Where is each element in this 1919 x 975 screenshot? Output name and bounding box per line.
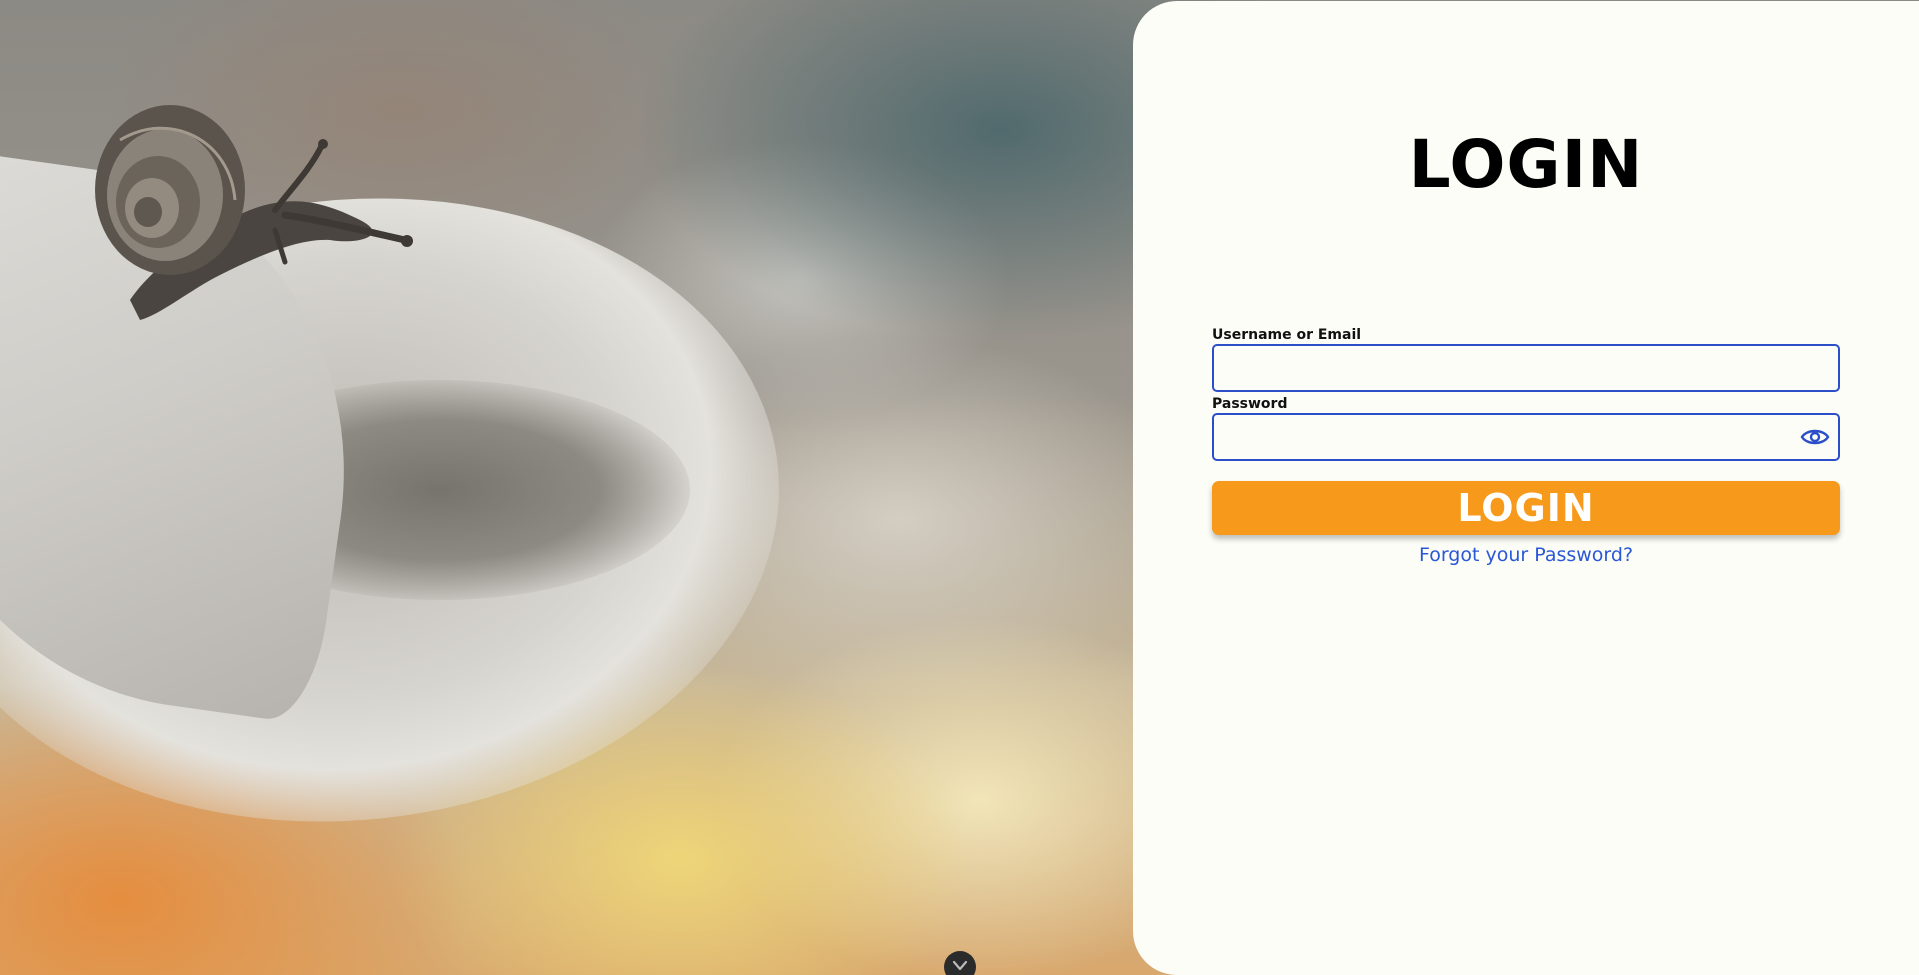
username-field-wrapper	[1212, 344, 1840, 392]
chevron-down-icon	[952, 960, 968, 971]
scroll-down-button[interactable]	[944, 951, 976, 975]
login-button[interactable]: LOGIN	[1212, 481, 1840, 535]
username-input[interactable]	[1214, 346, 1838, 390]
snail-image	[95, 105, 413, 320]
password-input[interactable]	[1214, 415, 1838, 459]
password-label: Password	[1212, 396, 1288, 412]
password-field-wrapper	[1212, 413, 1840, 461]
forgot-password-link[interactable]: Forgot your Password?	[1133, 544, 1919, 566]
page-title: LOGIN	[1408, 126, 1644, 203]
eye-icon[interactable]	[1800, 425, 1830, 449]
username-label: Username or Email	[1212, 327, 1362, 343]
login-panel: LOGIN Username or Email Password LOGIN F…	[1133, 1, 1919, 975]
